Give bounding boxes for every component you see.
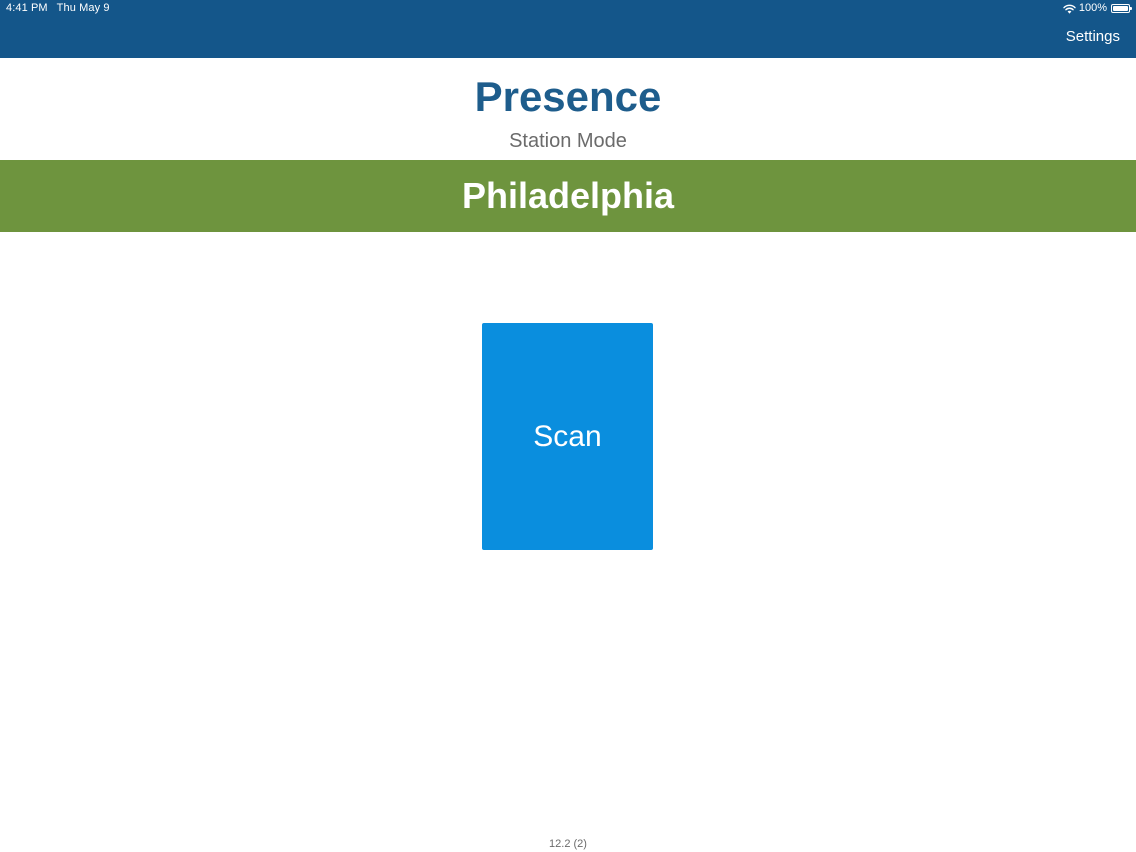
app-title: Presence — [474, 73, 662, 120]
top-bar: 4:41 PM Thu May 9 100% Settings — [0, 0, 1136, 58]
location-banner: Philadelphia — [0, 160, 1136, 232]
mode-subtitle: Station Mode — [509, 130, 627, 152]
status-bar-left: 4:41 PM Thu May 9 — [6, 2, 110, 15]
battery-level-fill — [1113, 6, 1128, 11]
version-label: 12.2 (2) — [549, 838, 587, 850]
status-date: Thu May 9 — [56, 2, 110, 14]
battery-icon — [1111, 4, 1132, 13]
status-time: 4:41 PM — [6, 2, 48, 14]
location-name: Philadelphia — [461, 175, 675, 216]
status-bar-right: 100% — [1063, 2, 1132, 15]
battery-percentage: 100% — [1078, 2, 1107, 14]
wifi-icon — [1063, 4, 1076, 14]
scan-button-label: Scan — [533, 419, 602, 453]
settings-button[interactable]: Settings — [1066, 28, 1120, 46]
scan-button[interactable]: Scan — [482, 323, 653, 550]
